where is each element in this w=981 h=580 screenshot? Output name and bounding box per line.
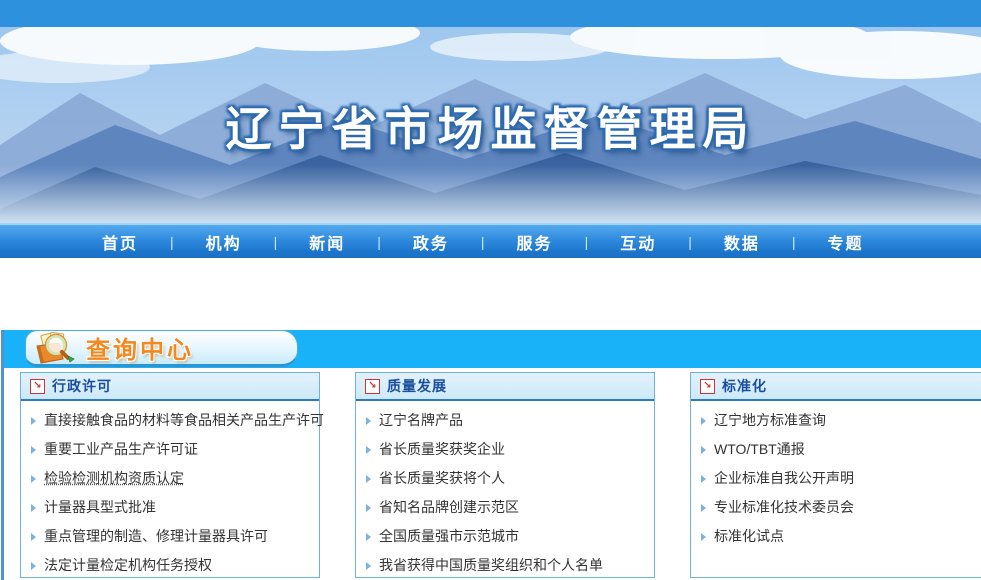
link-text[interactable]: 标准化试点 (714, 522, 784, 551)
triangle-bullet-icon (701, 475, 706, 483)
query-center-label: 查询中心 (86, 330, 194, 365)
link-text[interactable]: 重点管理的制造、修理计量器具许可 (44, 522, 268, 551)
section-title: 质量发展 (387, 376, 447, 396)
enter-arrow-icon: ↘ (30, 379, 45, 394)
link-text[interactable]: 重要工业产品生产许可证 (44, 435, 198, 464)
triangle-bullet-icon (366, 562, 371, 570)
triangle-bullet-icon (31, 475, 36, 483)
triangle-bullet-icon (31, 562, 36, 570)
link-text[interactable]: 企业标准自我公开声明 (714, 464, 854, 493)
section-box-standardization: ↘ 标准化 辽宁地方标准查询WTO/TBT通报企业标准自我公开声明专业标准化技术… (690, 372, 981, 578)
link-text[interactable]: 省长质量奖获奖企业 (379, 435, 505, 464)
link-item[interactable]: 企业标准自我公开声明 (691, 464, 981, 493)
link-item[interactable]: 省长质量奖获奖企业 (356, 435, 654, 464)
link-item[interactable]: 检验检测机构资质认定 (21, 464, 319, 493)
section-box-quality-development: ↘ 质量发展 辽宁名牌产品省长质量奖获奖企业省长质量奖获将个人省知名品牌创建示范… (355, 372, 655, 578)
link-item[interactable]: 标准化试点 (691, 522, 981, 551)
header-banner: 辽宁省市场监督管理局 (0, 27, 981, 223)
search-box-icon (34, 332, 80, 364)
triangle-bullet-icon (31, 417, 36, 425)
link-item[interactable]: 辽宁名牌产品 (356, 406, 654, 435)
page: 辽宁省市场监督管理局 首页|机构|新闻|政务|服务|互动|数据|专题 查询中心 (0, 0, 981, 580)
section-box-administrative-licensing: ↘ 行政许可 直接接触食品的材料等食品相关产品生产许可重要工业产品生产许可证检验… (20, 372, 320, 578)
triangle-bullet-icon (366, 446, 371, 454)
triangle-bullet-icon (31, 504, 36, 512)
triangle-bullet-icon (366, 417, 371, 425)
triangle-bullet-icon (366, 475, 371, 483)
link-text[interactable]: 我省获得中国质量奖组织和个人名单 (379, 551, 603, 580)
link-text[interactable]: 辽宁名牌产品 (379, 406, 463, 435)
link-text[interactable]: 辽宁地方标准查询 (714, 406, 826, 435)
triangle-bullet-icon (366, 504, 371, 512)
link-text[interactable]: 法定计量检定机构任务授权 (44, 551, 212, 580)
query-sections: ↘ 行政许可 直接接触食品的材料等食品相关产品生产许可重要工业产品生产许可证检验… (20, 372, 981, 578)
link-item[interactable]: WTO/TBT通报 (691, 435, 981, 464)
triangle-bullet-icon (701, 504, 706, 512)
section-title: 行政许可 (52, 376, 112, 396)
link-item[interactable]: 法定计量检定机构任务授权 (21, 551, 319, 580)
link-text[interactable]: 全国质量强市示范城市 (379, 522, 519, 551)
link-item[interactable]: 重点管理的制造、修理计量器具许可 (21, 522, 319, 551)
link-text[interactable]: 专业标准化技术委员会 (714, 493, 854, 522)
link-text[interactable]: 省长质量奖获将个人 (379, 464, 505, 493)
site-title: 辽宁省市场监督管理局 (0, 93, 981, 159)
section-link-list: 辽宁名牌产品省长质量奖获奖企业省长质量奖获将个人省知名品牌创建示范区全国质量强市… (356, 401, 654, 580)
section-link-list: 辽宁地方标准查询WTO/TBT通报企业标准自我公开声明专业标准化技术委员会标准化… (691, 401, 981, 551)
nav-item-orgs[interactable]: 机构 (174, 230, 274, 254)
link-item[interactable]: 省知名品牌创建示范区 (356, 493, 654, 522)
nav-item-gov[interactable]: 政务 (381, 230, 481, 254)
enter-arrow-icon: ↘ (700, 379, 715, 394)
link-item[interactable]: 全国质量强市示范城市 (356, 522, 654, 551)
query-center-bar: 查询中心 (3, 330, 981, 368)
link-text[interactable]: 直接接触食品的材料等食品相关产品生产许可 (44, 406, 324, 435)
triangle-bullet-icon (31, 533, 36, 541)
top-bar (0, 0, 981, 27)
link-item[interactable]: 省长质量奖获将个人 (356, 464, 654, 493)
triangle-bullet-icon (366, 533, 371, 541)
nav-item-interact[interactable]: 互动 (588, 230, 688, 254)
left-border-line (1, 330, 4, 580)
nav-item-services[interactable]: 服务 (485, 230, 585, 254)
link-text[interactable]: WTO/TBT通报 (714, 435, 805, 464)
link-item[interactable]: 计量器具型式批准 (21, 493, 319, 522)
enter-arrow-icon: ↘ (365, 379, 380, 394)
main-navigation: 首页|机构|新闻|政务|服务|互动|数据|专题 (0, 223, 981, 258)
link-text[interactable]: 检验检测机构资质认定 (44, 464, 184, 493)
nav-item-topics[interactable]: 专题 (795, 230, 895, 254)
query-center-tab[interactable]: 查询中心 (25, 330, 298, 367)
section-header: ↘ 行政许可 (21, 373, 319, 401)
link-text[interactable]: 省知名品牌创建示范区 (379, 493, 519, 522)
link-text[interactable]: 计量器具型式批准 (44, 493, 156, 522)
link-item[interactable]: 我省获得中国质量奖组织和个人名单 (356, 551, 654, 580)
triangle-bullet-icon (31, 446, 36, 454)
link-item[interactable]: 专业标准化技术委员会 (691, 493, 981, 522)
nav-item-news[interactable]: 新闻 (277, 230, 377, 254)
triangle-bullet-icon (701, 533, 706, 541)
section-title: 标准化 (722, 376, 767, 396)
link-item[interactable]: 直接接触食品的材料等食品相关产品生产许可 (21, 406, 319, 435)
nav-item-data[interactable]: 数据 (692, 230, 792, 254)
section-link-list: 直接接触食品的材料等食品相关产品生产许可重要工业产品生产许可证检验检测机构资质认… (21, 401, 319, 580)
section-header: ↘ 质量发展 (356, 373, 654, 401)
section-header: ↘ 标准化 (691, 373, 981, 401)
nav-item-home[interactable]: 首页 (70, 230, 170, 254)
link-item[interactable]: 辽宁地方标准查询 (691, 406, 981, 435)
link-item[interactable]: 重要工业产品生产许可证 (21, 435, 319, 464)
triangle-bullet-icon (701, 417, 706, 425)
triangle-bullet-icon (701, 446, 706, 454)
